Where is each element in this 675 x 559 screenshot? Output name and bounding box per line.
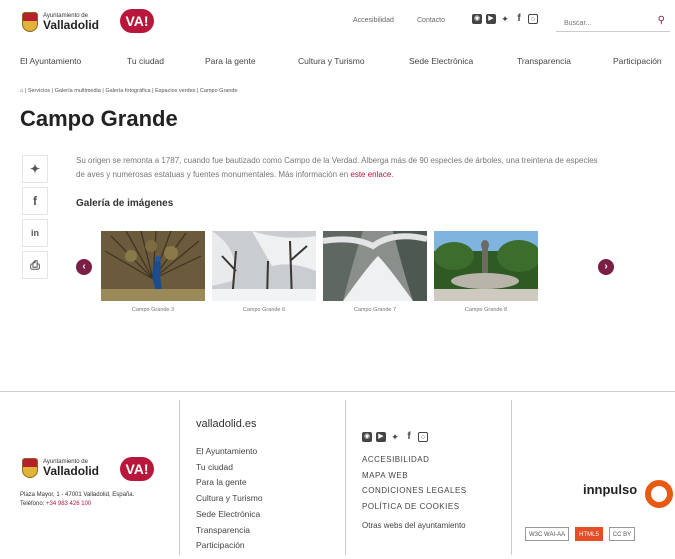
twitter-icon[interactable]: ✦ xyxy=(22,155,48,183)
facebook-icon[interactable]: f xyxy=(22,187,48,215)
main-nav: El Ayuntamiento Tu ciudad Para la gente … xyxy=(0,56,675,72)
w3c-badge[interactable]: W3C WAI-AA xyxy=(525,527,570,541)
gallery-caption: Campo Grande 8 xyxy=(464,307,508,313)
footer-va-logo[interactable]: VA! xyxy=(120,457,154,481)
instagram-icon[interactable]: ○ xyxy=(418,432,428,442)
gallery-prev-button[interactable]: ‹ xyxy=(76,259,92,275)
footer-legal-link[interactable]: ACCESIBILIDAD xyxy=(362,452,467,468)
footer-site-title: valladolid.es xyxy=(196,418,257,430)
tel-label: Teléfono: xyxy=(20,501,45,507)
instagram-icon[interactable]: ○ xyxy=(528,14,538,24)
twitter-icon[interactable]: ✦ xyxy=(390,432,400,442)
gallery-next-button[interactable]: › xyxy=(598,259,614,275)
footer-link[interactable]: Transparencia xyxy=(196,523,263,539)
top-bar: Ayuntamiento de Valladolid VA! Accesibil… xyxy=(0,0,675,44)
gallery-title: Galería de imágenes xyxy=(76,198,174,209)
search-input[interactable] xyxy=(556,14,646,33)
gallery-caption: Campo Grande 3 xyxy=(131,307,175,313)
twitter-icon[interactable]: ✦ xyxy=(500,14,510,24)
facebook-icon[interactable]: f xyxy=(404,432,414,442)
nav-item-tu-ciudad[interactable]: Tu ciudad xyxy=(127,56,164,66)
footer-legal-links: ACCESIBILIDAD MAPA WEB CONDICIONES LEGAL… xyxy=(362,452,467,515)
linkedin-icon[interactable]: in xyxy=(22,219,48,247)
footer-links: El Ayuntamiento Tu ciudad Para la gente … xyxy=(196,444,263,554)
breadcrumb-item[interactable]: Galería fotográfica xyxy=(105,88,150,94)
breadcrumb: ⌂ | Servicios | Galería multimedia | Gal… xyxy=(20,88,238,94)
rss-icon[interactable]: ◉ xyxy=(472,14,482,24)
social-links: ◉ ▶ ✦ f ○ xyxy=(472,14,538,24)
accessibility-link[interactable]: Accesibilidad xyxy=(353,17,394,24)
breadcrumb-item[interactable]: Servicios xyxy=(28,88,50,94)
footer-link[interactable]: Cultura y Turismo xyxy=(196,491,263,507)
gallery-caption: Campo Grande 7 xyxy=(353,307,397,313)
innpulso-ring-icon xyxy=(645,480,673,508)
print-icon[interactable]: ⎙ xyxy=(22,251,48,279)
footer-column-divider xyxy=(345,400,346,555)
logo-big-text: Valladolid xyxy=(43,464,100,478)
footer-legal-link[interactable]: POLÍTICA DE COOKIES xyxy=(362,499,467,515)
youtube-icon[interactable]: ▶ xyxy=(486,14,496,24)
nav-item-transparencia[interactable]: Transparencia xyxy=(517,56,571,66)
nav-item-participacion[interactable]: Participación xyxy=(613,56,662,66)
coat-of-arms-icon xyxy=(22,458,38,478)
nav-item-cultura-turismo[interactable]: Cultura y Turismo xyxy=(298,56,365,66)
search-icon[interactable]: ⚲ xyxy=(658,15,665,26)
other-sites-link[interactable]: Otras webs del ayuntamiento xyxy=(362,521,466,530)
address-text: Plaza Mayor, 1 - 47001 Valladolid, Españ… xyxy=(20,492,135,498)
rss-icon[interactable]: ◉ xyxy=(362,432,372,442)
tel-link[interactable]: +34 983 426 100 xyxy=(46,501,91,507)
footer-column-divider xyxy=(179,400,180,555)
nav-item-para-la-gente[interactable]: Para la gente xyxy=(205,56,256,66)
coat-of-arms-icon xyxy=(22,12,38,32)
nav-item-sede-electronica[interactable]: Sede Electrónica xyxy=(409,56,473,66)
city-logo[interactable]: Ayuntamiento de Valladolid xyxy=(22,12,99,32)
gallery-image-snowy-path[interactable] xyxy=(323,231,427,301)
footer-link[interactable]: Para la gente xyxy=(196,475,263,491)
va-logo[interactable]: VA! xyxy=(120,9,154,33)
footer-badges: W3C WAI-AA HTML5 CC BY xyxy=(525,527,636,541)
gallery-image-fountain[interactable] xyxy=(434,231,538,301)
footer-link[interactable]: Tu ciudad xyxy=(196,460,263,476)
footer-legal-link[interactable]: MAPA WEB xyxy=(362,468,467,484)
footer-divider xyxy=(0,391,675,392)
innpulso-logo[interactable]: innpulso xyxy=(583,482,637,497)
html5-badge[interactable]: HTML5 xyxy=(575,527,603,541)
footer-address: Plaza Mayor, 1 - 47001 Valladolid, Españ… xyxy=(20,491,134,509)
gallery-image-peacock[interactable] xyxy=(101,231,205,301)
facebook-icon[interactable]: f xyxy=(514,14,524,24)
footer-social-links: ◉ ▶ ✦ f ○ xyxy=(362,432,428,442)
cc-badge[interactable]: CC BY xyxy=(608,527,636,541)
breadcrumb-current: Campo Grande xyxy=(199,88,238,94)
page-description: Su origen se remonta a 1787, cuando fue … xyxy=(76,154,606,182)
nav-item-ayuntamiento[interactable]: El Ayuntamiento xyxy=(20,56,81,66)
gallery-image-snowy-trees[interactable] xyxy=(212,231,316,301)
home-icon[interactable]: ⌂ xyxy=(20,88,23,94)
share-bar: ✦ f in ⎙ xyxy=(22,155,48,283)
info-link[interactable]: este enlace xyxy=(350,170,391,179)
footer-column-divider xyxy=(511,400,512,555)
logo-big-text: Valladolid xyxy=(43,18,100,32)
footer-link[interactable]: Sede Electrónica xyxy=(196,507,263,523)
breadcrumb-item[interactable]: Galería multimedia xyxy=(55,88,101,94)
footer-link[interactable]: Participación xyxy=(196,538,263,554)
footer-legal-link[interactable]: CONDICIONES LEGALES xyxy=(362,483,467,499)
youtube-icon[interactable]: ▶ xyxy=(376,432,386,442)
search-box: ⚲ xyxy=(556,12,670,33)
description-end: . xyxy=(391,170,394,179)
page-title: Campo Grande xyxy=(20,106,178,131)
footer-city-logo[interactable]: Ayuntamiento de Valladolid xyxy=(22,458,99,478)
description-text: Su origen se remonta a 1787, cuando fue … xyxy=(76,156,598,179)
footer-link[interactable]: El Ayuntamiento xyxy=(196,444,263,460)
contact-link[interactable]: Contacto xyxy=(417,17,445,24)
gallery-caption: Campo Grande 6 xyxy=(242,307,286,313)
breadcrumb-item[interactable]: Espacios verdes xyxy=(155,88,195,94)
